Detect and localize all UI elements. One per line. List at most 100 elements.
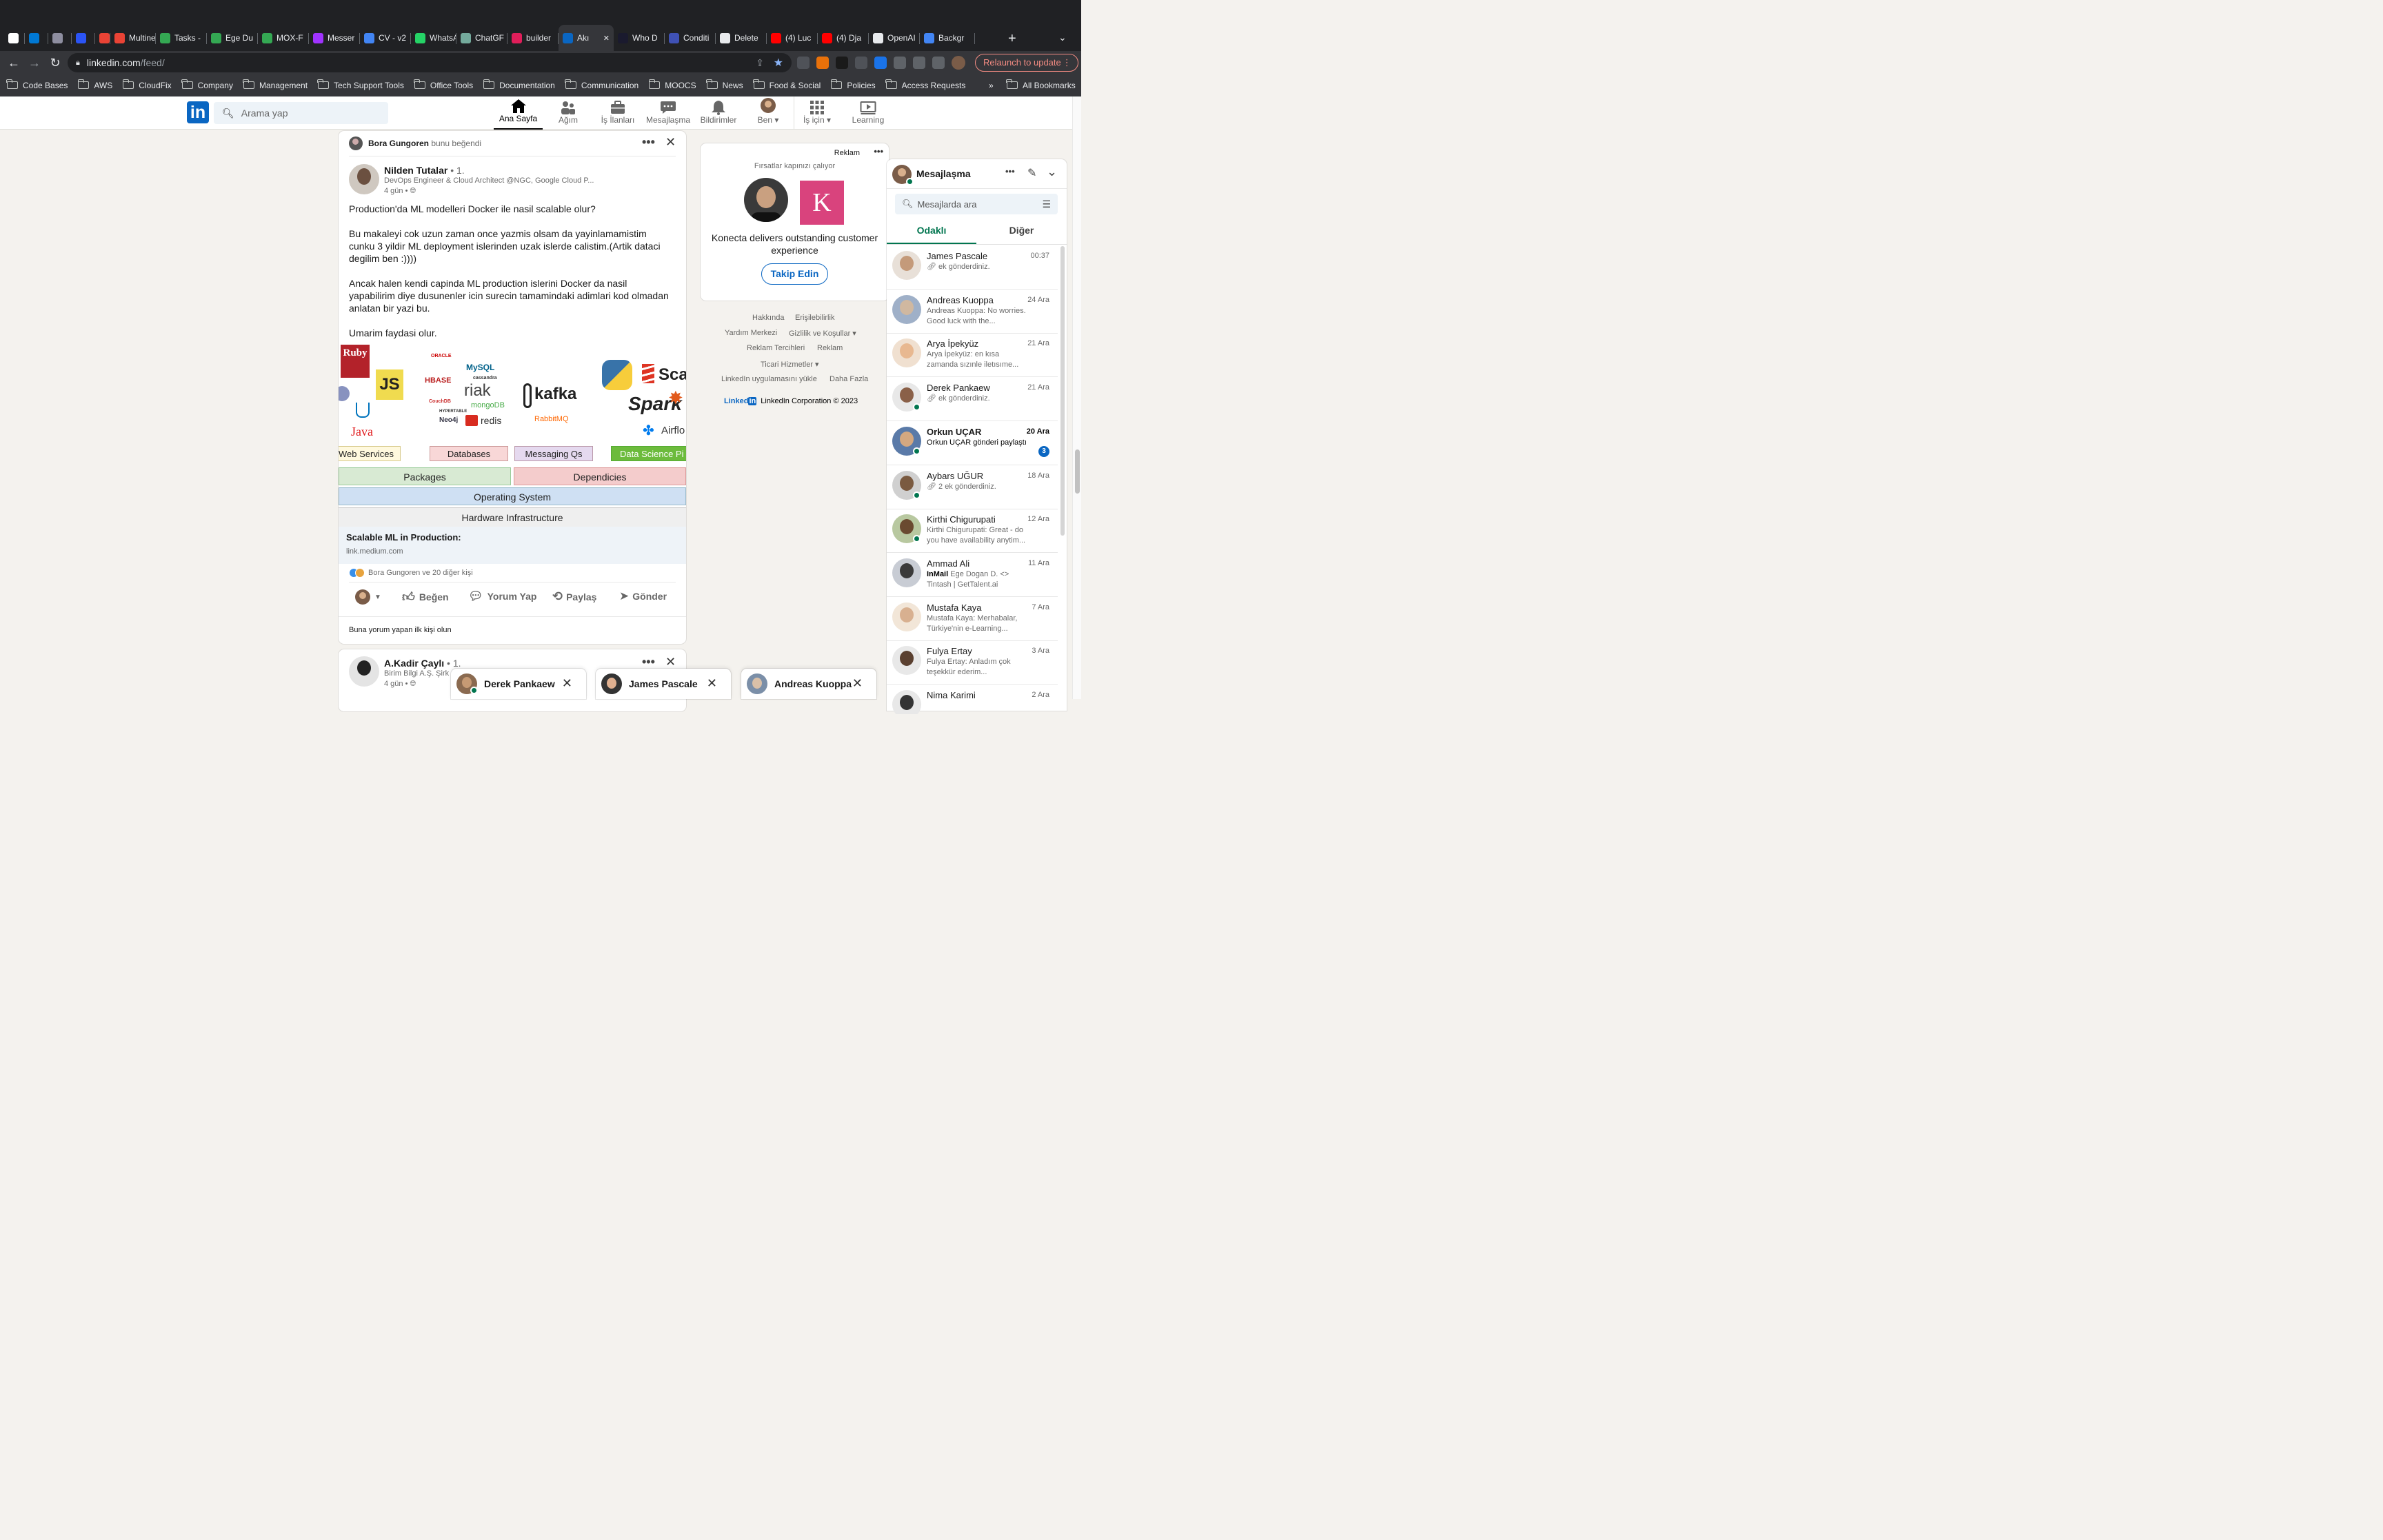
author-avatar[interactable] [349,656,379,687]
send-button[interactable]: ➤ Gönder [619,589,667,603]
bookmark-folder[interactable]: Documentation [483,79,555,90]
nav-messaging[interactable]: Mesajlaşma [645,97,691,130]
conversation-item[interactable]: James Pascale 00:37 🔗︎ ek gönderdiniz. [887,245,1058,290]
share-icon[interactable]: ⇪ [756,57,764,69]
bookmark-folder[interactable]: Tech Support Tools [317,79,404,90]
article-link-box[interactable]: Scalable ML in Production: link.medium.c… [339,527,686,564]
extension-icon[interactable] [855,57,867,69]
bookmark-star-icon[interactable]: ★ [774,56,783,70]
footer-link[interactable]: Gizlilik ve Koşullar ▾ [789,329,856,338]
nav-learning[interactable]: Learning [848,97,888,130]
nav-notifications[interactable]: Bildirimler [698,97,739,130]
bookmarks-overflow-button[interactable]: » [989,81,994,90]
page-scrollbar[interactable] [1072,97,1081,699]
conversation-item[interactable]: Orkun UÇAR 20 Ara Orkun UÇAR gönderi payla… [887,421,1058,465]
footer-link[interactable]: Daha Fazla [829,375,868,383]
nav-me[interactable]: Ben ▾ [753,97,783,130]
nav-jobs[interactable]: İş İlanları [597,97,639,130]
chat-window-tab[interactable]: Andreas Kuoppa ✕ [741,669,876,699]
extension-icon[interactable] [816,57,829,69]
liker-name[interactable]: Bora Gungoren [368,139,429,148]
nav-network[interactable]: Ağım [552,97,585,130]
filter-icon[interactable]: ☰ [1042,199,1051,210]
conversation-item[interactable]: Derek Pankaew 21 Ara 🔗︎ ek gönderdiniz. [887,377,1058,422]
bookmark-folder[interactable]: Office Tools [414,79,473,90]
nav-business[interactable]: İş için ▾ [800,97,834,130]
browser-tab[interactable]: Delete [716,25,767,51]
bookmark-folder[interactable]: MOOCS [648,79,696,90]
close-icon[interactable]: ✕ [562,676,572,691]
search-input[interactable]: 🔍︎ Arama yap [214,102,388,124]
like-button[interactable]: 👍︎ Beğen [402,589,449,605]
footer-link[interactable]: Reklam [817,344,843,352]
messaging-scrollbar[interactable] [1060,246,1065,536]
chat-window-tab[interactable]: Derek Pankaew ✕ [451,669,586,699]
browser-tab[interactable]: Akı ✕ [559,25,614,51]
author-name[interactable]: A.Kadir Çaylı [384,658,444,669]
post-more-icon[interactable]: ••• [642,655,655,669]
puzzle-icon[interactable] [894,57,906,69]
browser-tab[interactable]: Tasks - [156,25,207,51]
post-more-icon[interactable]: ••• [642,135,655,150]
bookmark-folder[interactable]: Food & Social [752,79,821,90]
browser-tab[interactable]: Multine [110,25,156,51]
follow-button[interactable]: Takip Edin [761,263,828,285]
browser-tab[interactable] [25,25,48,51]
browser-tab[interactable] [48,25,72,51]
bookmark-folder[interactable]: Code Bases [6,79,68,90]
relaunch-button[interactable]: Relaunch to update ⋮ [975,54,1078,72]
reading-list-icon[interactable] [913,57,925,69]
close-tab-icon[interactable]: ✕ [603,34,610,43]
liker-avatar[interactable] [349,136,363,150]
messaging-search-input[interactable]: 🔍︎ Mesajlarda ara ☰ [895,194,1058,214]
browser-tab[interactable] [4,25,25,51]
conversation-item[interactable]: Arya İpekyüz 21 Ara Arya İpekyüz: en kısa … [887,333,1058,378]
browser-tab[interactable]: (4) Dja [818,25,869,51]
compose-icon[interactable]: ✎ [1027,166,1036,180]
all-bookmarks-button[interactable]: All Bookmarks [1006,79,1076,90]
messaging-more-icon[interactable]: ••• [1005,166,1015,176]
bookmark-folder[interactable]: Access Requests [885,79,965,90]
post-close-icon[interactable]: ✕ [665,135,676,150]
linkedin-logo[interactable]: in [187,101,209,123]
tab-search-chevron-icon[interactable]: ⌄ [1058,32,1067,43]
footer-link[interactable]: Reklam Tercihleri [747,344,805,352]
article-image[interactable]: Ruby JS Java ORACLE MySQL HBASE cassandr… [339,342,686,527]
comment-button[interactable]: 💬︎ Yorum Yap [468,589,536,603]
conversation-item[interactable]: Kirthi Chigurupati 12 Ara Kirthi Chigurupa… [887,509,1058,554]
browser-tab[interactable]: WhatsA [411,25,456,51]
collapse-chevron-icon[interactable]: ⌄ [1047,165,1057,179]
extension-icon[interactable] [874,57,887,69]
repost-button[interactable]: ⟲ Paylaş [552,589,596,604]
browser-tab[interactable]: (4) Luc [767,25,818,51]
ad-more-icon[interactable]: ••• [874,146,883,156]
browser-tab[interactable]: Conditi [665,25,716,51]
tab-other[interactable]: Diğer [976,225,1067,236]
omnibox[interactable]: 🔒︎ linkedin.com/feed/ ⇪ ★ [68,53,792,72]
forward-arrow-icon[interactable]: → [24,56,45,70]
extension-icon[interactable] [797,57,810,69]
conversation-item[interactable]: Ammad Ali 11 Ara InMail Ege Dogan D. <> Ti… [887,553,1058,597]
reactions-summary[interactable]: Bora Gungoren ve 20 diğer kişi [349,568,473,578]
bookmark-folder[interactable]: Company [181,79,233,90]
browser-tab[interactable]: ChatGF [456,25,507,51]
bookmark-folder[interactable]: News [705,79,743,90]
browser-tab[interactable]: builder [507,25,559,51]
bookmark-folder[interactable]: AWS [77,79,112,90]
footer-link[interactable]: Yardım Merkezi [725,329,777,337]
bookmark-folder[interactable]: Policies [830,79,876,90]
footer-link[interactable]: LinkedIn uygulamasını yükle [721,375,817,383]
extension-icon[interactable] [836,57,848,69]
profile-avatar[interactable] [952,56,965,70]
tab-focused[interactable]: Odaklı [887,225,976,236]
conversation-item[interactable]: Andreas Kuoppa 24 Ara Andreas Kuoppa: No w… [887,290,1058,334]
bookmark-folder[interactable]: CloudFix [122,79,172,90]
reaction-actor-picker[interactable]: ▼ [355,589,381,605]
browser-tab[interactable]: Messer [309,25,360,51]
new-tab-icon[interactable]: + [1008,31,1016,47]
company-logo[interactable]: K [800,181,844,225]
browser-tab[interactable]: CV - v2 [360,25,411,51]
close-icon[interactable]: ✕ [852,676,863,691]
side-panel-icon[interactable] [932,57,945,69]
conversation-item[interactable]: Aybars UĞUR 18 Ara 🔗︎ 2 ek gönderdiniz. [887,465,1058,509]
